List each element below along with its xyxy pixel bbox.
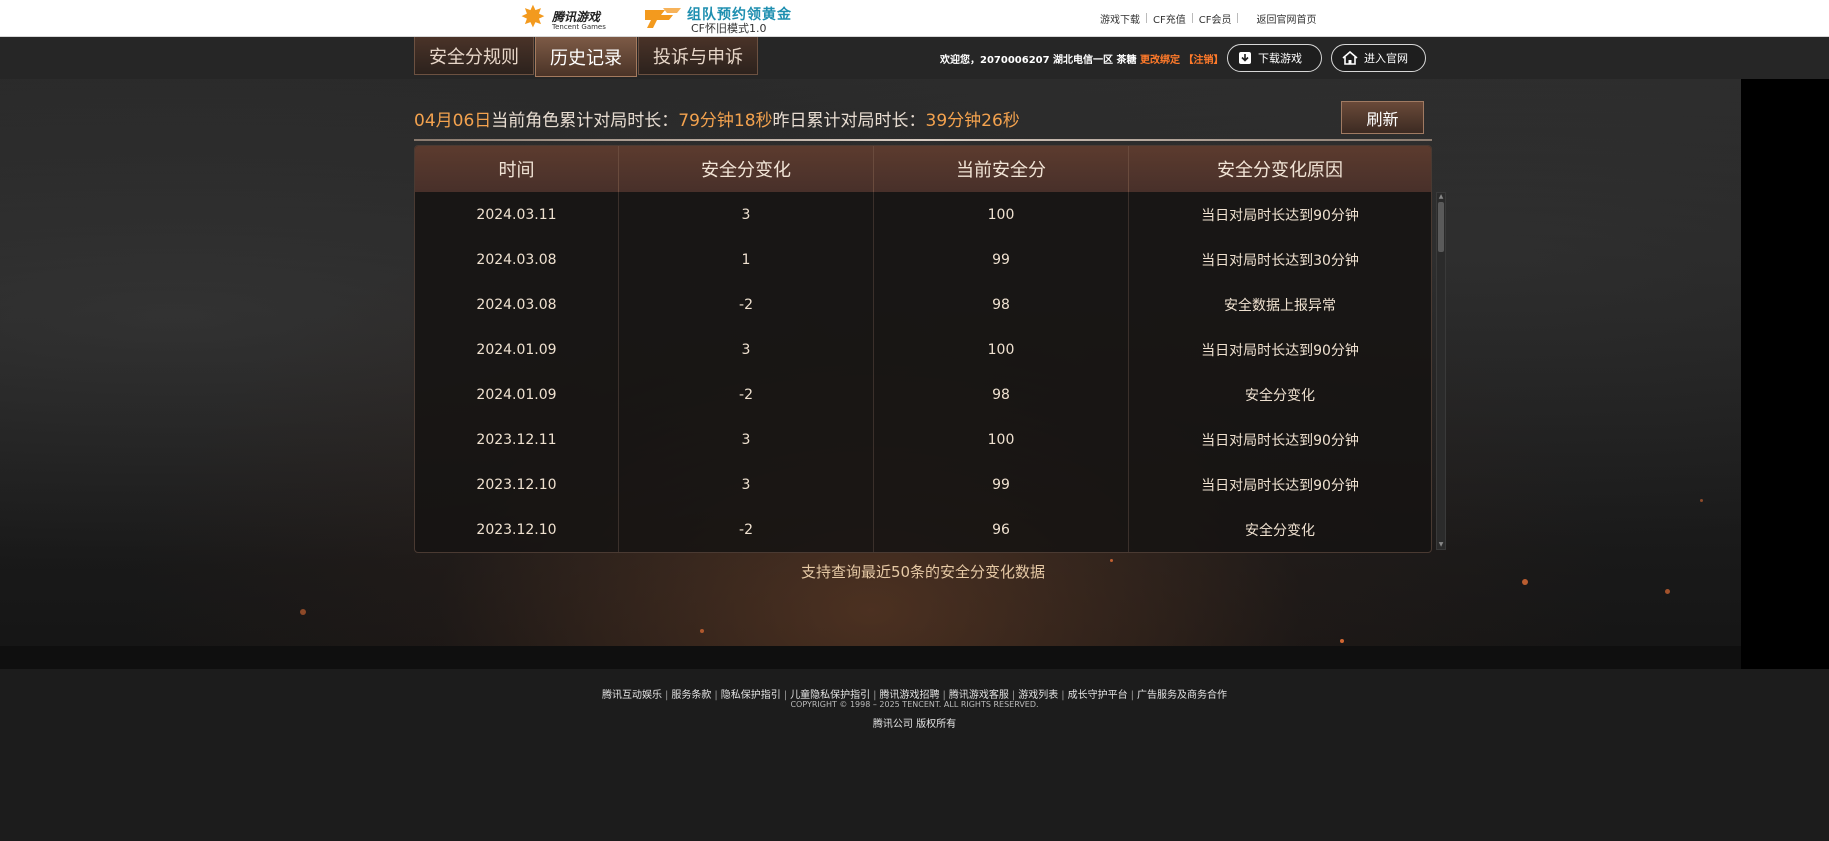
- table-row: 2024.03.08 1 99 当日对局时长达到30分钟: [415, 237, 1431, 282]
- download-game-label: 下载游戏: [1258, 52, 1302, 65]
- cf-promo-line2: CF怀旧模式1.0: [691, 22, 767, 35]
- nav-bar: 安全分规则 历史记录 投诉与申诉 欢迎您，2070006207 湖北电信一区 茶…: [0, 37, 1829, 79]
- refresh-button[interactable]: 刷新: [1341, 101, 1424, 134]
- query-limit-note: 支持查询最近50条的安全分变化数据: [800, 563, 1046, 581]
- cell-current-score: 100: [874, 417, 1129, 462]
- table-body[interactable]: 2024.03.11 3 100 当日对局时长达到90分钟 2024.03.08 1 99 当…: [415, 192, 1431, 552]
- download-icon: [1238, 51, 1252, 65]
- cell-change-reason: 安全分变化: [1245, 522, 1315, 539]
- table-row: 2024.03.11 3 100 当日对局时长达到90分钟: [415, 192, 1431, 237]
- cell-time: 2024.01.09: [415, 327, 619, 372]
- cell-change-reason: 当日对局时长达到90分钟: [1201, 342, 1359, 359]
- cell-current-score: 98: [874, 372, 1129, 417]
- cell-current-score: 99: [874, 462, 1129, 507]
- tab-list: 安全分规则 历史记录 投诉与申诉: [414, 37, 759, 77]
- table-row: 2024.01.09 3 100 当日对局时长达到90分钟: [415, 327, 1431, 372]
- welcome-user: 欢迎您，2070006207 湖北电信一区 茶糖: [940, 55, 1137, 66]
- divider: [1237, 13, 1239, 23]
- header-current-score: 当前安全分: [874, 146, 1129, 192]
- top-link-download[interactable]: 游戏下载: [1094, 11, 1146, 26]
- cf-promo-logo[interactable]: 组队预约领黄金 CF怀旧模式1.0: [643, 4, 793, 35]
- tencent-games-logo[interactable]: ✸ 腾讯游戏 Tencent Games: [516, 3, 606, 33]
- top-link-home[interactable]: 返回官网首页: [1250, 11, 1322, 26]
- cell-current-score: 100: [874, 192, 1129, 237]
- stats-divider: [414, 139, 1432, 141]
- cell-score-change: 3: [619, 192, 874, 237]
- welcome-text: 欢迎您，2070006207 湖北电信一区 茶糖 更改绑定 【注销】: [940, 51, 1224, 66]
- top-links: 游戏下载 CF充值 CF会员 返回官网首页: [1094, 11, 1322, 26]
- cell-current-score: 98: [874, 282, 1129, 327]
- cell-change-reason: 安全数据上报异常: [1224, 297, 1336, 314]
- header-change-reason: 安全分变化原因: [1217, 160, 1343, 181]
- cell-time: 2024.01.09: [415, 372, 619, 417]
- cell-change-reason: 当日对局时长达到90分钟: [1201, 207, 1359, 224]
- cell-score-change: 3: [619, 417, 874, 462]
- tab-history[interactable]: 历史记录: [535, 37, 637, 77]
- tencent-star-icon: ✸: [520, 0, 546, 35]
- header-score-change: 安全分变化: [619, 146, 874, 192]
- home-icon: [1342, 51, 1358, 65]
- logout-link[interactable]: 【注销】: [1184, 55, 1224, 66]
- cell-time: 2023.12.10: [415, 462, 619, 507]
- stats-current-value: 79分钟18秒: [678, 111, 773, 131]
- tab-safety-rules[interactable]: 安全分规则: [414, 37, 534, 75]
- cell-score-change: 1: [619, 237, 874, 282]
- cell-time: 2024.03.08: [415, 237, 619, 282]
- cell-time: 2024.03.11: [415, 192, 619, 237]
- scroll-up-icon[interactable]: ▲: [1437, 193, 1445, 201]
- stats-yesterday-value: 39分钟26秒: [925, 111, 1020, 131]
- table-row: 2023.12.10 -2 96 安全分变化: [415, 507, 1431, 552]
- cell-time: 2023.12.11: [415, 417, 619, 462]
- stats-yesterday-label: 昨日累计对局时长：: [772, 111, 926, 131]
- download-game-button[interactable]: 下载游戏: [1227, 44, 1322, 72]
- cell-score-change: -2: [619, 282, 874, 327]
- stats-current-label: 当前角色累计对局时长：: [491, 111, 679, 131]
- tencent-logo-en: Tencent Games: [552, 23, 606, 31]
- enter-site-button[interactable]: 进入官网: [1331, 44, 1426, 72]
- enter-site-label: 进入官网: [1364, 52, 1408, 65]
- cell-current-score: 96: [874, 507, 1129, 552]
- scroll-down-icon[interactable]: ▼: [1437, 541, 1445, 549]
- cell-score-change: -2: [619, 372, 874, 417]
- top-bar: ✸ 腾讯游戏 Tencent Games 组队预约领黄金 CF怀旧模式1.0 游…: [0, 0, 1829, 37]
- cell-score-change: 3: [619, 327, 874, 372]
- table-row: 2024.03.08 -2 98 安全数据上报异常: [415, 282, 1431, 327]
- footer: 腾讯互动娱乐 | 服务条款 | 隐私保护指引 | 儿童隐私保护指引 | 腾讯游戏招聘 | 腾讯游戏客…: [0, 669, 1829, 841]
- cell-change-reason: 当日对局时长达到90分钟: [1201, 432, 1359, 449]
- scroll-thumb[interactable]: [1438, 202, 1444, 252]
- cell-score-change: 3: [619, 462, 874, 507]
- header-time: 时间: [415, 146, 619, 192]
- copyright: COPYRIGHT © 1998 – 2025 TENCENT. ALL RIG…: [790, 700, 1039, 709]
- footer-links: 腾讯互动娱乐 | 服务条款 | 隐私保护指引 | 儿童隐私保护指引 | 腾讯游戏招聘 | 腾讯游戏客…: [0, 686, 1829, 701]
- cell-change-reason: 当日对局时长达到30分钟: [1201, 252, 1359, 269]
- table-row: 2023.12.10 3 99 当日对局时长达到90分钟: [415, 462, 1431, 507]
- safety-score-table: 时间 安全分变化 当前安全分 安全分变化原因 2024.03.11 3 100 当日对…: [414, 145, 1432, 553]
- stats-date: 04月06日: [414, 111, 492, 131]
- table-row: 2023.12.11 3 100 当日对局时长达到90分钟: [415, 417, 1431, 462]
- main-bottom-strip: [0, 646, 1741, 669]
- table-scrollbar[interactable]: ▲ ▼: [1436, 192, 1446, 550]
- cell-score-change: -2: [619, 507, 874, 552]
- right-black-area: [1741, 79, 1829, 669]
- cell-time: 2023.12.10: [415, 507, 619, 552]
- cell-time: 2024.03.08: [415, 282, 619, 327]
- corp-rights: 腾讯公司 版权所有: [872, 719, 957, 730]
- cell-change-reason: 安全分变化: [1245, 387, 1315, 404]
- change-binding-link[interactable]: 更改绑定: [1140, 55, 1180, 66]
- tab-complaint[interactable]: 投诉与申诉: [638, 37, 758, 75]
- cf-wing-icon: [645, 8, 681, 28]
- cell-current-score: 100: [874, 327, 1129, 372]
- top-link-member[interactable]: CF会员: [1193, 11, 1238, 26]
- cell-current-score: 99: [874, 237, 1129, 282]
- play-time-stats: 04月06日当前角色累计对局时长：79分钟18秒昨日累计对局时长：39分钟26秒: [414, 106, 1020, 131]
- table-header: 时间 安全分变化 当前安全分 安全分变化原因: [415, 146, 1431, 192]
- table-row: 2024.01.09 -2 98 安全分变化: [415, 372, 1431, 417]
- top-link-recharge[interactable]: CF充值: [1147, 11, 1192, 26]
- cell-change-reason: 当日对局时长达到90分钟: [1201, 477, 1359, 494]
